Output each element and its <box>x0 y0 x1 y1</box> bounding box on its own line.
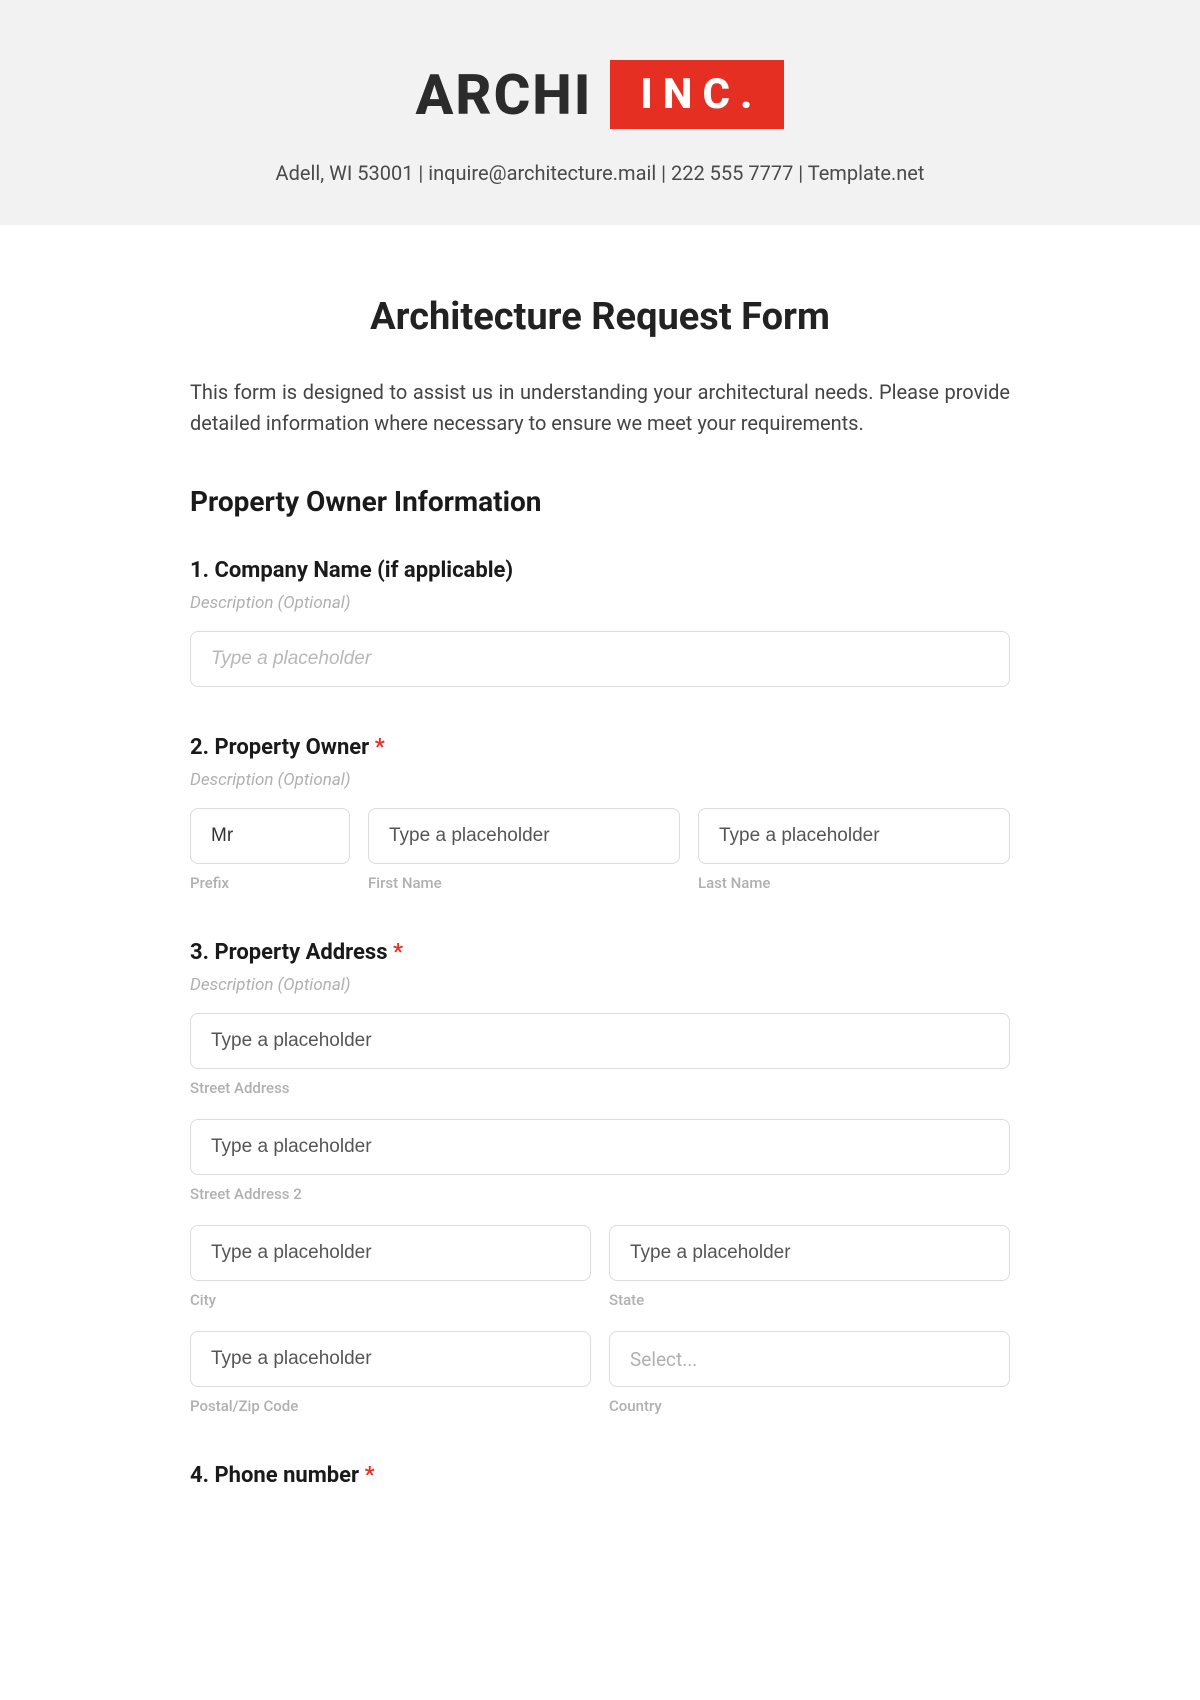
sublabel-prefix: Prefix <box>190 874 350 892</box>
company-name-input[interactable] <box>190 631 1010 687</box>
sublabel-street2: Street Address 2 <box>190 1185 1010 1203</box>
question-description: Description (Optional) <box>190 593 1010 613</box>
sublabel-state: State <box>609 1291 1010 1309</box>
question-description: Description (Optional) <box>190 975 1010 995</box>
header-banner: ARCHI INC. Adell, WI 53001 | inquire@arc… <box>0 0 1200 225</box>
sublabel-lastname: Last Name <box>698 874 1010 892</box>
question-property-address: 3. Property Address * Description (Optio… <box>190 940 1010 1415</box>
required-asterisk: * <box>393 940 403 965</box>
street-address-input[interactable] <box>190 1013 1010 1069</box>
question-company-name: 1. Company Name (if applicable) Descript… <box>190 558 1010 687</box>
form-content: Architecture Request Form This form is d… <box>150 225 1050 1538</box>
question-label: 2. Property Owner * <box>190 735 1010 760</box>
sublabel-street: Street Address <box>190 1079 1010 1097</box>
first-name-input[interactable] <box>368 808 680 864</box>
question-description: Description (Optional) <box>190 770 1010 790</box>
sublabel-postal: Postal/Zip Code <box>190 1397 591 1415</box>
sublabel-country: Country <box>609 1397 1010 1415</box>
logo: ARCHI INC. <box>416 60 785 129</box>
contact-line: Adell, WI 53001 | inquire@architecture.m… <box>0 161 1200 185</box>
city-input[interactable] <box>190 1225 591 1281</box>
question-property-owner: 2. Property Owner * Description (Optiona… <box>190 735 1010 892</box>
question-phone-number: 4. Phone number * <box>190 1463 1010 1488</box>
country-select[interactable]: Select... <box>609 1331 1010 1387</box>
state-input[interactable] <box>609 1225 1010 1281</box>
country-select-placeholder: Select... <box>630 1348 697 1371</box>
postal-code-input[interactable] <box>190 1331 591 1387</box>
question-label: 1. Company Name (if applicable) <box>190 558 1010 583</box>
street-address-2-input[interactable] <box>190 1119 1010 1175</box>
label-text: 3. Property Address <box>190 940 393 965</box>
form-intro: This form is designed to assist us in un… <box>190 377 1010 439</box>
prefix-input[interactable] <box>190 808 350 864</box>
sublabel-firstname: First Name <box>368 874 680 892</box>
logo-text-right: INC. <box>610 60 784 129</box>
label-text: 4. Phone number <box>190 1463 365 1488</box>
question-label: 4. Phone number * <box>190 1463 1010 1488</box>
form-title: Architecture Request Form <box>190 295 1010 339</box>
label-text: 2. Property Owner <box>190 735 375 760</box>
required-asterisk: * <box>375 735 385 760</box>
logo-text-left: ARCHI <box>416 62 593 128</box>
last-name-input[interactable] <box>698 808 1010 864</box>
required-asterisk: * <box>365 1463 375 1488</box>
sublabel-city: City <box>190 1291 591 1309</box>
section-heading-owner-info: Property Owner Information <box>190 485 1010 518</box>
question-label: 3. Property Address * <box>190 940 1010 965</box>
